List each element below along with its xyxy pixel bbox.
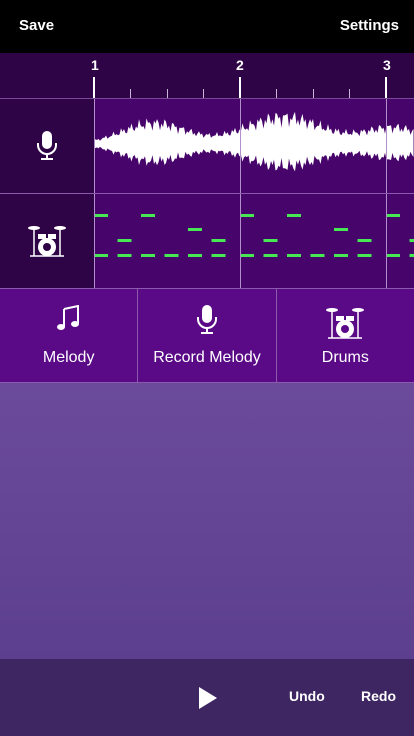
- drum-kit-icon: [28, 226, 66, 257]
- drum-note[interactable]: [334, 254, 348, 257]
- record-melody-button[interactable]: Record Melody: [138, 289, 277, 382]
- drum-note[interactable]: [263, 239, 278, 242]
- redo-button[interactable]: Redo: [361, 688, 396, 704]
- drum-note[interactable]: [188, 254, 202, 257]
- drum-note[interactable]: [117, 254, 132, 257]
- microphone-icon: [37, 131, 57, 160]
- drum-note[interactable]: [263, 254, 278, 257]
- drum-track[interactable]: [0, 194, 414, 289]
- microphone-icon: [196, 305, 217, 334]
- drum-pattern: [94, 214, 414, 257]
- record-melody-label: Record Melody: [153, 349, 261, 366]
- workspace-area[interactable]: [0, 383, 414, 659]
- drum-note[interactable]: [94, 214, 108, 217]
- bar-line: [94, 194, 95, 288]
- bar-number-3: 3: [383, 57, 391, 73]
- drums-button[interactable]: Drums: [277, 289, 414, 382]
- bar-line: [240, 194, 241, 288]
- drum-note[interactable]: [310, 254, 325, 257]
- audio-waveform: [94, 111, 414, 172]
- bar-line: [386, 194, 387, 288]
- drum-kit-icon: [326, 308, 365, 339]
- bar-marker: [385, 77, 387, 99]
- drum-note[interactable]: [357, 239, 372, 242]
- recording-track[interactable]: [0, 99, 414, 194]
- waveform-region[interactable]: [94, 99, 414, 193]
- drum-note[interactable]: [287, 214, 301, 217]
- bar-line: [94, 99, 95, 193]
- save-button[interactable]: Save: [19, 17, 54, 34]
- drum-note[interactable]: [334, 228, 348, 231]
- drum-note[interactable]: [211, 239, 226, 242]
- drum-note[interactable]: [357, 254, 372, 257]
- instrument-bar: Melody Record Melody Drums: [0, 289, 414, 383]
- drum-note[interactable]: [240, 254, 254, 257]
- drum-note[interactable]: [386, 254, 400, 257]
- undo-button[interactable]: Undo: [289, 688, 325, 704]
- drum-note[interactable]: [94, 254, 108, 257]
- drum-note[interactable]: [409, 239, 414, 242]
- bar-line: [240, 99, 241, 193]
- drum-note[interactable]: [386, 214, 400, 217]
- bar-number-2: 2: [236, 57, 244, 73]
- bar-line: [386, 99, 387, 193]
- drums-label: Drums: [321, 349, 369, 366]
- drum-note[interactable]: [240, 214, 254, 217]
- drum-note[interactable]: [211, 254, 226, 257]
- drum-note[interactable]: [287, 254, 301, 257]
- drum-note[interactable]: [409, 254, 414, 257]
- bar-marker: [239, 77, 241, 99]
- transport-bar: Undo Redo: [0, 659, 414, 736]
- drum-note[interactable]: [141, 254, 155, 257]
- drum-note[interactable]: [117, 239, 132, 242]
- melody-label: Melody: [42, 349, 95, 366]
- melody-button[interactable]: Melody: [0, 289, 139, 382]
- drum-pattern-region[interactable]: [94, 194, 414, 288]
- music-note-icon: [56, 305, 79, 330]
- drum-note[interactable]: [141, 214, 155, 217]
- drum-note[interactable]: [164, 254, 179, 257]
- track-header-drums[interactable]: [0, 194, 94, 288]
- track-header-microphone[interactable]: [0, 99, 94, 193]
- bar-number-1: 1: [91, 57, 99, 73]
- settings-button[interactable]: Settings: [340, 17, 399, 34]
- drum-note[interactable]: [188, 228, 202, 231]
- top-bar: Save Settings: [0, 0, 414, 53]
- timeline-ruler[interactable]: 1 2 3: [0, 53, 414, 99]
- bar-marker: [93, 77, 95, 99]
- play-icon[interactable]: [197, 686, 219, 710]
